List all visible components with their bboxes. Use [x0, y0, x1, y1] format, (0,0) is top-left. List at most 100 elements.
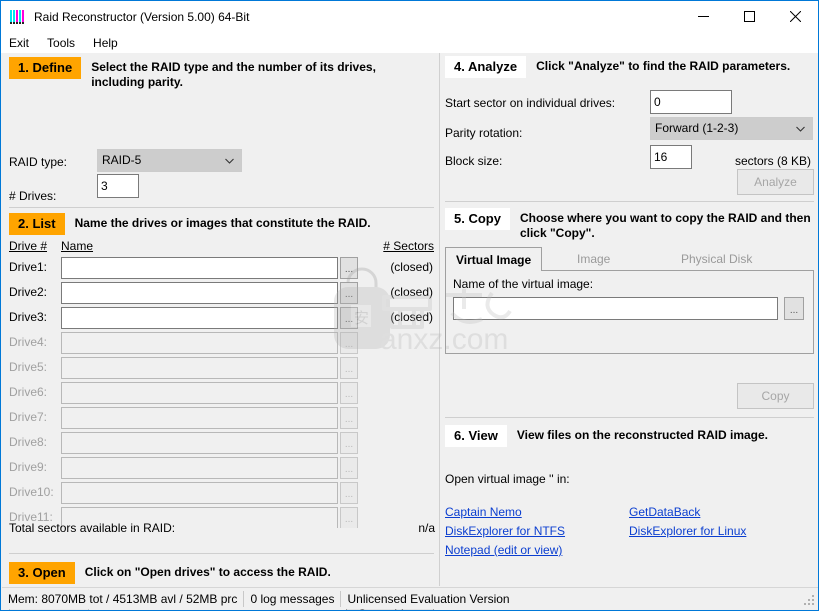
parity-rotation-value: Forward (1-2-3) [655, 121, 739, 135]
drive-number-label: Drive2: [9, 285, 48, 299]
define-description: Select the RAID type and the number of i… [91, 60, 376, 89]
define-section-header: 1. Define Select the RAID type and the n… [9, 57, 429, 90]
copy-tabs: Virtual Image Image Physical Disk [445, 247, 814, 271]
define-divider [9, 207, 434, 208]
parity-rotation-select[interactable]: Forward (1-2-3) [650, 117, 813, 140]
block-size-input[interactable]: 16 [650, 145, 692, 169]
drive-browse-button: ... [340, 482, 358, 504]
drive-sectors-value: (closed) [390, 285, 433, 299]
link-diskexplorer-linux[interactable]: DiskExplorer for Linux [629, 524, 746, 538]
list-description: Name the drives or images that constitut… [74, 216, 371, 230]
start-sector-input[interactable]: 0 [650, 90, 732, 114]
drive-browse-button: ... [340, 432, 358, 454]
drive-row: Drive10:... [9, 481, 435, 506]
drive-table-header: Drive # Name # Sectors [9, 239, 434, 255]
drive-sectors-value: (closed) [390, 260, 433, 274]
list-divider [9, 553, 434, 554]
drive-browse-button: ... [340, 332, 358, 354]
drive-browse-button[interactable]: ... [340, 282, 358, 304]
drive-name-input [61, 482, 338, 504]
drive-name-input [61, 382, 338, 404]
analyze-description: Click "Analyze" to find the RAID paramet… [536, 59, 791, 73]
block-size-units: sectors (8 KB) [735, 154, 812, 168]
view-badge: 6. View [445, 425, 507, 447]
title-bar: Raid Reconstructor (Version 5.00) 64-Bit [1, 1, 818, 32]
copy-tab-panel: Name of the virtual image: ... [445, 270, 814, 354]
drive-browse-button: ... [340, 357, 358, 379]
link-captain-nemo[interactable]: Captain Nemo [445, 505, 522, 519]
chevron-down-icon [225, 150, 234, 171]
drive-number-label: Drive5: [9, 360, 48, 374]
raid-type-select[interactable]: RAID-5 [97, 149, 242, 172]
tab-virtual-image[interactable]: Virtual Image [445, 247, 543, 271]
copy-button[interactable]: Copy [737, 383, 814, 409]
raid-type-value: RAID-5 [102, 153, 142, 167]
block-size-label: Block size: [445, 154, 503, 168]
open-badge: 3. Open [9, 562, 75, 584]
drive-row: Drive5:... [9, 356, 435, 381]
column-header-name: Name [61, 239, 94, 253]
drive-row: Drive1:... (closed) [9, 256, 435, 281]
drive-name-input [61, 432, 338, 454]
browse-virtual-image-button[interactable]: ... [784, 297, 804, 320]
chevron-down-icon [796, 118, 805, 139]
parity-rotation-label: Parity rotation: [445, 126, 523, 140]
menu-item-tools[interactable]: Tools [47, 34, 84, 52]
drive-number-label: Drive7: [9, 410, 48, 424]
raid-type-label: RAID type: [9, 155, 68, 169]
drive-name-input [61, 332, 338, 354]
minimize-icon[interactable] [680, 1, 726, 32]
drive-name-input [61, 457, 338, 479]
drive-row: Drive9:... [9, 456, 435, 481]
raid-bars-icon [10, 9, 26, 25]
link-diskexplorer-ntfs[interactable]: DiskExplorer for NTFS [445, 524, 565, 538]
drive-browse-button: ... [340, 407, 358, 429]
status-license: Unlicensed Evaluation Version [347, 591, 510, 606]
status-bar: Mem: 8070MB tot / 4513MB avl / 52MB prc … [2, 587, 818, 609]
virtual-image-name-input[interactable] [453, 297, 778, 320]
menu-item-exit[interactable]: Exit [9, 34, 38, 52]
drive-browse-button: ... [340, 457, 358, 479]
drive-browse-button[interactable]: ... [340, 257, 358, 279]
num-drives-input[interactable]: 3 [97, 174, 139, 198]
drive-name-input[interactable] [61, 307, 338, 329]
close-icon[interactable] [772, 1, 818, 32]
drive-number-label: Drive10: [9, 485, 54, 499]
view-description: View files on the reconstructed RAID ima… [516, 428, 769, 442]
drive-browse-button: ... [340, 382, 358, 404]
left-panel: 1. Define Select the RAID type and the n… [2, 53, 439, 610]
status-log-messages: 0 log messages [250, 591, 335, 606]
tab-image[interactable]: Image [567, 247, 620, 271]
right-panel: 4. Analyze Click "Analyze" to find the R… [440, 53, 818, 586]
analyze-button[interactable]: Analyze [737, 169, 814, 195]
drive-browse-button[interactable]: ... [340, 307, 358, 329]
drive-name-input[interactable] [61, 257, 338, 279]
menu-bar: Exit Tools Help [1, 32, 818, 53]
num-drives-label: # Drives: [9, 189, 57, 203]
copy-divider [445, 417, 814, 418]
drive-number-label: Drive6: [9, 385, 48, 399]
drive-number-label: Drive4: [9, 335, 48, 349]
drive-row: Drive8:... [9, 431, 435, 456]
window-controls [680, 1, 818, 32]
total-sectors-label: Total sectors available in RAID: [9, 521, 176, 535]
drive-name-input[interactable] [61, 282, 338, 304]
copy-tab-group: Virtual Image Image Physical Disk Name o… [445, 247, 814, 354]
tab-physical-disk[interactable]: Physical Disk [671, 247, 762, 271]
link-notepad[interactable]: Notepad (edit or view) [445, 543, 562, 557]
status-memory: Mem: 8070MB tot / 4513MB avl / 52MB prc [8, 591, 238, 606]
drive-row: Drive6:... [9, 381, 435, 406]
view-section-header: 6. View View files on the reconstructed … [445, 425, 814, 447]
virtual-image-name-label: Name of the virtual image: [453, 277, 594, 291]
resize-grip[interactable] [803, 594, 815, 606]
total-sectors-value: n/a [418, 521, 435, 535]
copy-badge: 5. Copy [445, 208, 510, 230]
open-section-header: 3. Open Click on "Open drives" to access… [9, 562, 434, 584]
link-getdataback[interactable]: GetDataBack [629, 505, 700, 519]
application-window: Raid Reconstructor (Version 5.00) 64-Bit… [0, 0, 819, 611]
menu-item-help[interactable]: Help [93, 34, 127, 52]
column-header-drive: Drive # [9, 239, 48, 253]
drive-list[interactable]: Drive1:... (closed) Drive2:... (closed) Driv… [9, 256, 435, 528]
maximize-icon[interactable] [726, 1, 772, 32]
drive-name-input [61, 357, 338, 379]
